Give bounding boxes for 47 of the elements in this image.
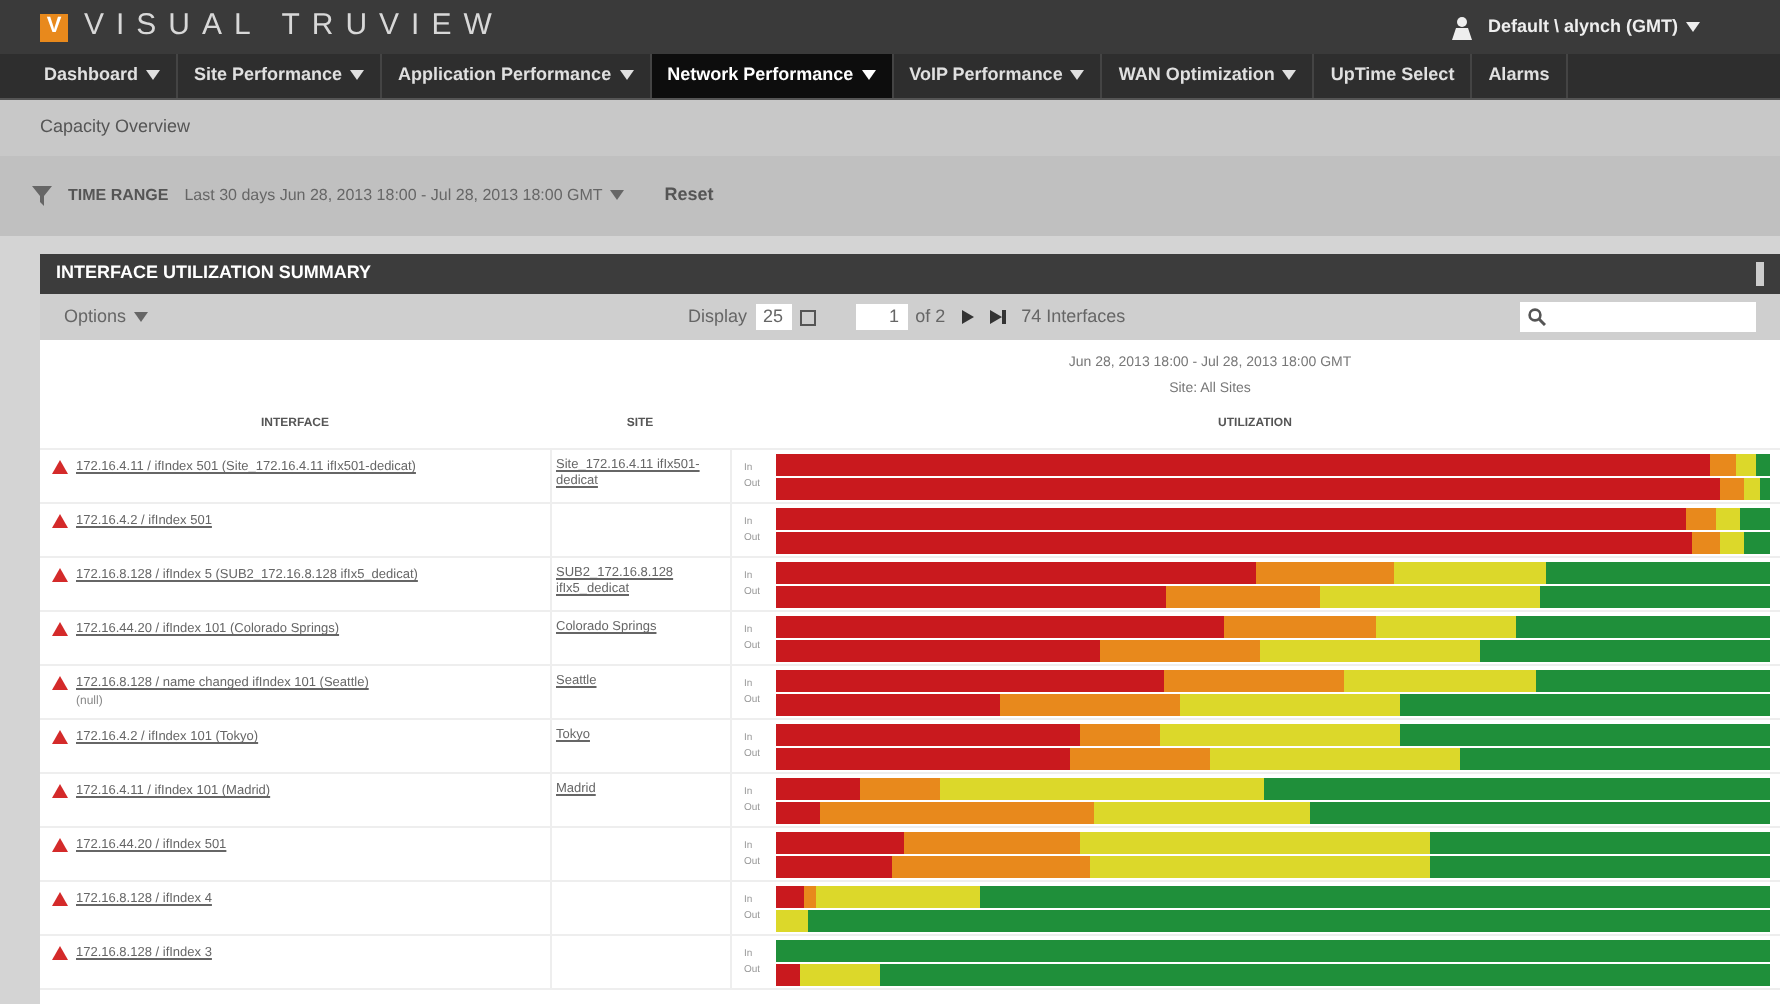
nav-tab[interactable]: Site Performance bbox=[178, 54, 383, 98]
alert-icon bbox=[52, 622, 68, 636]
caret-icon bbox=[619, 70, 634, 81]
menu-icon bbox=[1756, 262, 1764, 286]
alert-icon bbox=[52, 514, 68, 528]
nav-tab[interactable]: Alarms bbox=[1472, 54, 1568, 98]
caret-icon bbox=[350, 70, 365, 81]
interface-count: 74 Interfaces bbox=[1021, 303, 1126, 330]
display-label: Display bbox=[688, 303, 748, 330]
nav-tab[interactable]: UpTime Select bbox=[1314, 54, 1473, 98]
panel-title: INTERFACE UTILIZATION SUMMARY bbox=[56, 260, 371, 287]
app-title: VISUAL TRUVIEW bbox=[84, 6, 504, 47]
user-icon bbox=[1451, 15, 1472, 39]
alert-icon bbox=[52, 676, 68, 690]
alert-icon bbox=[52, 460, 68, 474]
nav-tab[interactable]: Network Performance bbox=[651, 54, 894, 98]
caret-icon bbox=[1686, 21, 1700, 32]
page-field[interactable]: 1 bbox=[855, 303, 908, 331]
reset-button[interactable]: Reset bbox=[664, 182, 714, 210]
filter-icon bbox=[32, 186, 52, 206]
time-range-label: TIME RANGE bbox=[68, 184, 169, 208]
nav-tab[interactable]: VoIP Performance bbox=[893, 54, 1103, 98]
alert-icon bbox=[52, 784, 68, 798]
nav-tab[interactable]: Dashboard bbox=[28, 54, 179, 98]
search-icon bbox=[1528, 308, 1546, 326]
options-menu[interactable]: Options bbox=[64, 303, 149, 331]
last-page-icon[interactable] bbox=[989, 310, 1006, 324]
alert-icon bbox=[52, 568, 68, 582]
time-range-dropdown[interactable]: Last 30 days Jun 28, 2013 18:00 - Jul 28, 2013 18:00 GMT bbox=[184, 184, 625, 208]
alert-icon bbox=[52, 946, 68, 960]
caret-icon bbox=[1282, 70, 1297, 81]
alert-icon bbox=[52, 892, 68, 906]
caret-icon bbox=[610, 190, 625, 201]
page-size-field[interactable]: 25 bbox=[755, 303, 792, 331]
nav-tab[interactable]: WAN Optimization bbox=[1102, 54, 1315, 98]
page-count: of 2 bbox=[915, 303, 946, 330]
alert-icon bbox=[52, 838, 68, 852]
caret-icon bbox=[134, 311, 149, 322]
logo-icon: V bbox=[40, 13, 68, 41]
caret-icon bbox=[861, 70, 876, 81]
search-field[interactable] bbox=[1520, 302, 1756, 332]
user-menu[interactable]: Default \ alynch (GMT) bbox=[1487, 13, 1700, 41]
caret-icon bbox=[1070, 70, 1085, 81]
caret-icon bbox=[146, 70, 161, 81]
next-page-icon[interactable] bbox=[961, 310, 974, 324]
alert-icon bbox=[52, 730, 68, 744]
breadcrumb: Capacity Overview bbox=[40, 114, 191, 141]
